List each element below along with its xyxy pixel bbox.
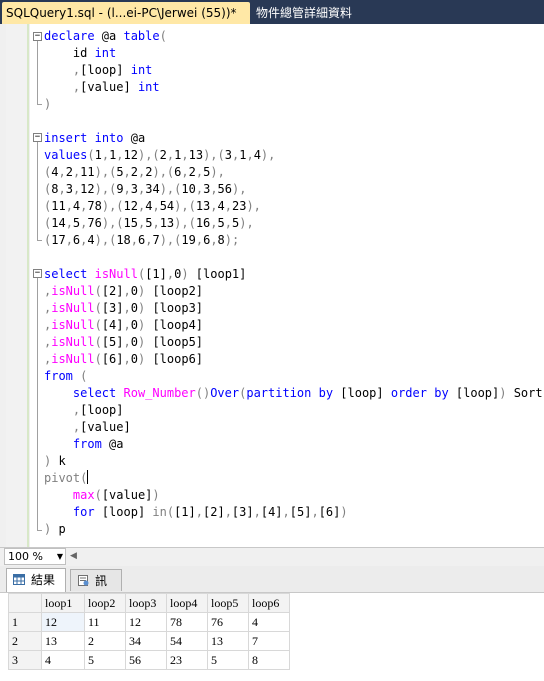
tab-object-explorer-details[interactable]: 物件總管詳細資料 [252,2,352,24]
grid-cell[interactable]: 56 [125,650,167,670]
results-table[interactable]: loop1 loop2 loop3 loop4 loop5 loop6 1 12… [8,593,290,670]
messages-icon [78,575,89,586]
row-number[interactable]: 1 [8,612,42,632]
table-row: 2 13 2 34 54 13 7 [8,631,290,651]
fold-toggle-declare[interactable]: − [33,32,42,41]
zoom-value: 100 % [8,550,43,563]
grid-cell[interactable]: 13 [207,631,249,651]
grid-cell[interactable]: 4 [41,650,85,670]
fold-line-select [37,278,38,530]
grid-cell[interactable]: 78 [166,612,208,632]
row-number[interactable]: 2 [8,631,42,651]
results-grid[interactable]: loop1 loop2 loop3 loop4 loop5 loop6 1 12… [0,593,544,681]
grid-cell[interactable]: 7 [248,631,290,651]
grid-cell[interactable]: 2 [84,631,126,651]
grid-cell[interactable]: 8 [248,650,290,670]
grid-cell[interactable]: 12 [41,612,85,632]
grid-cell[interactable]: 11 [84,612,126,632]
document-tab-bar: SQLQuery1.sql - (l...ei-PC\Jerwei (55))*… [0,0,544,24]
fold-toggle-insert[interactable]: − [33,133,42,142]
tab-results-label: 結果 [31,573,56,587]
grid-icon [13,574,25,585]
grid-cell[interactable]: 54 [166,631,208,651]
scroll-left-icon[interactable]: ◀ [70,548,77,565]
grid-cell[interactable]: 5 [84,650,126,670]
column-header[interactable]: loop3 [125,593,167,613]
column-header[interactable]: loop6 [248,593,290,613]
column-header[interactable]: loop5 [207,593,249,613]
fold-end-select [37,530,42,531]
grid-cell[interactable]: 34 [125,631,167,651]
grid-cell[interactable]: 76 [207,612,249,632]
grid-cell[interactable]: 5 [207,650,249,670]
sql-code[interactable]: declare @a table( id int ,[loop] int ,[v… [44,28,543,538]
grid-cell[interactable]: 12 [125,612,167,632]
fold-end-insert [37,240,42,241]
editor-gutter [6,24,28,547]
grid-cell[interactable]: 23 [166,650,208,670]
column-header[interactable]: loop1 [41,593,85,613]
column-header[interactable]: loop2 [84,593,126,613]
tab-sqlquery1[interactable]: SQLQuery1.sql - (l...ei-PC\Jerwei (55))* [2,2,250,24]
select-all-corner[interactable] [8,593,42,613]
editor-status-bar: 100 % ▼ ◀ [0,547,544,566]
grid-cell[interactable]: 13 [41,631,85,651]
tab-messages[interactable]: 訊息 [70,569,122,610]
fold-line-insert [37,142,38,240]
zoom-dropdown[interactable]: 100 % ▼ [4,548,66,565]
grid-cell[interactable]: 4 [248,612,290,632]
chevron-down-icon: ▼ [56,552,63,561]
fold-end-declare [37,104,42,105]
header-row: loop1 loop2 loop3 loop4 loop5 loop6 [8,593,290,613]
tab-results[interactable]: 結果 [6,568,66,592]
row-number[interactable]: 3 [8,650,42,670]
table-row: 1 12 11 12 78 76 4 [8,612,290,632]
fold-toggle-select[interactable]: − [33,269,42,278]
table-row: 3 4 5 56 23 5 8 [8,650,290,670]
results-tab-strip: 結果 訊息 [0,566,544,610]
column-header[interactable]: loop4 [166,593,208,613]
fold-line-declare [37,41,38,104]
change-tracking-bar [27,24,29,547]
